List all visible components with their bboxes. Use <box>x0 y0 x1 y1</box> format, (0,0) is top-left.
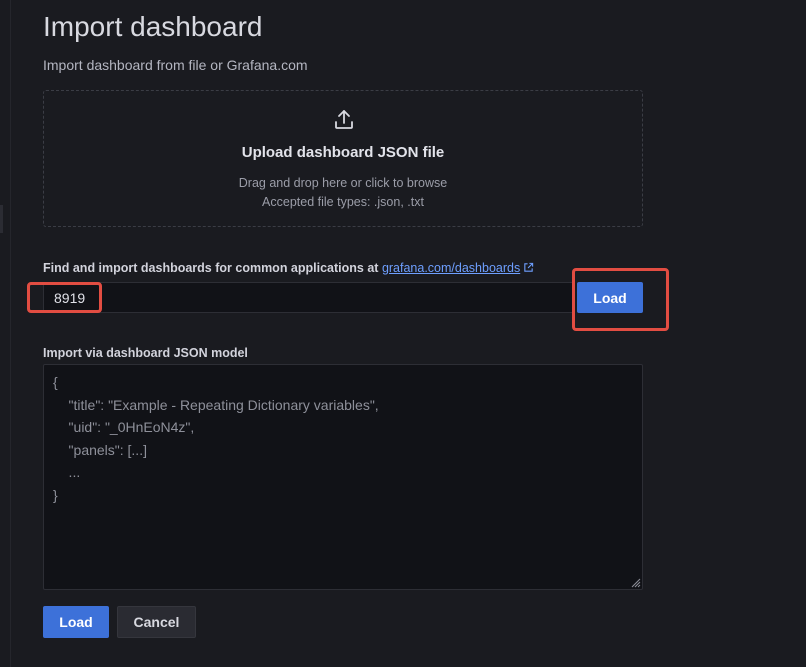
cancel-button[interactable]: Cancel <box>117 606 196 638</box>
json-placeholder-line: { <box>53 374 58 390</box>
grafana-dashboards-link[interactable]: grafana.com/dashboards <box>382 261 520 275</box>
upload-hint: Drag and drop here or click to browse <box>238 176 448 190</box>
upload-title: Upload dashboard JSON file <box>241 144 445 161</box>
grafana-import-label: Find and import dashboards for common ap… <box>43 261 534 275</box>
load-grafana-dashboard-button[interactable]: Load <box>577 282 643 313</box>
json-placeholder-line: "panels": [...] <box>53 441 147 458</box>
json-placeholder-line: "uid": "_0HnEoN4z", <box>53 419 195 435</box>
sidebar-edge <box>0 0 11 667</box>
json-placeholder-line: "title": "Example - Repeating Dictionary… <box>53 396 379 413</box>
grafana-import-label-text: Find and import dashboards for common ap… <box>43 261 379 275</box>
upload-accepted-types: Accepted file types: .json, .txt <box>262 195 424 209</box>
sidebar-scroll-handle[interactable] <box>0 205 3 233</box>
json-placeholder-line: } <box>53 486 58 503</box>
upload-dropzone[interactable]: Upload dashboard JSON file Drag and drop… <box>43 90 643 227</box>
external-link-icon[interactable] <box>523 262 534 273</box>
resize-grip-icon[interactable] <box>629 576 641 588</box>
page-subtitle: Import dashboard from file or Grafana.co… <box>43 57 308 73</box>
load-json-button[interactable]: Load <box>43 606 109 638</box>
upload-icon <box>335 110 353 129</box>
json-model-label: Import via dashboard JSON model <box>43 346 248 360</box>
json-model-textarea[interactable]: { "title": "Example - Repeating Dictiona… <box>43 364 643 590</box>
json-placeholder-line: ... <box>53 464 81 480</box>
grafana-dashboard-id-input[interactable] <box>43 282 574 313</box>
page-title: Import dashboard <box>43 11 263 42</box>
import-dashboard-page: Import dashboard Import dashboard from f… <box>0 0 806 667</box>
